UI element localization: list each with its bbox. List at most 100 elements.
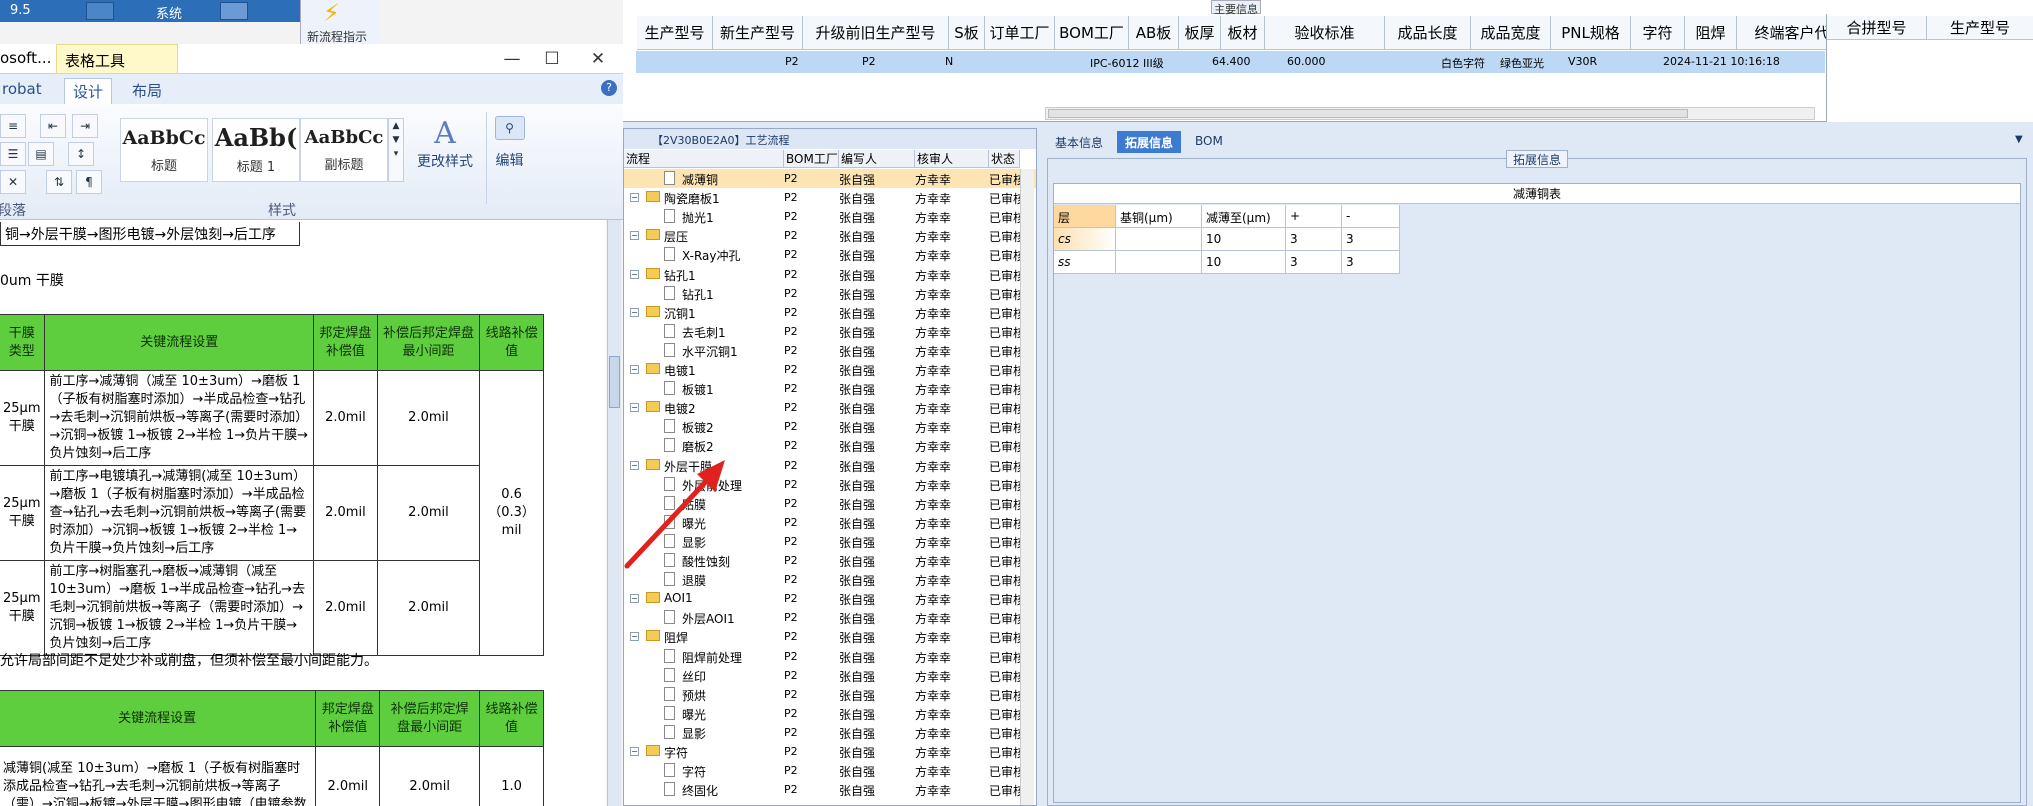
tree-row[interactable]: 钻孔1 P2 张自强 方幸幸 已审核 xyxy=(624,284,1036,303)
tree-row[interactable]: 外层前处理 P2 张自强 方幸幸 已审核 xyxy=(624,475,1036,494)
reduce-cell[interactable]: 10 xyxy=(1202,251,1286,274)
tree-row[interactable]: 字符 P2 张自强 方幸幸 已审核 xyxy=(624,761,1036,780)
tab-basic-info[interactable]: 基本信息 xyxy=(1047,131,1111,153)
tree-row[interactable]: − 层压 P2 张自强 方幸幸 已审核 xyxy=(624,226,1036,245)
tree-col-reviewer[interactable]: 核审人 xyxy=(915,150,989,168)
tab-bom[interactable]: BOM xyxy=(1187,131,1231,153)
taskbar-system[interactable]: 系统 xyxy=(156,3,182,22)
tree-row[interactable]: 终固化 P2 张自强 方幸幸 已审核 xyxy=(624,780,1036,799)
scroll-thumb[interactable] xyxy=(1048,109,1688,118)
collapse-icon[interactable]: − xyxy=(630,365,639,374)
reduce-cell[interactable]: 3 xyxy=(1286,228,1342,251)
collapse-icon[interactable]: − xyxy=(630,403,639,413)
tree-row[interactable]: 曝光 P2 张自强 方幸幸 已审核 xyxy=(624,513,1036,532)
doc-vscrollbar[interactable] xyxy=(607,220,621,806)
tree-row[interactable]: − 电镀2 P2 张自强 方幸幸 已审核 xyxy=(624,398,1036,417)
grid-col-header[interactable]: 升级前旧生产型号 xyxy=(803,16,949,50)
line-spacing-icon[interactable]: ↕ xyxy=(68,142,94,166)
tree-row[interactable]: − 沉铜1 P2 张自强 方幸幸 已审核 xyxy=(624,303,1036,322)
tree-row[interactable]: − 外层干膜 P2 张自强 方幸幸 已审核 xyxy=(624,456,1036,475)
style-subtitle[interactable]: AaBbCc 副标题 xyxy=(300,118,388,182)
minimize-icon[interactable]: — xyxy=(490,46,534,72)
sort-icon[interactable]: ⇅ xyxy=(46,170,72,194)
tree-col-status[interactable]: 状态 xyxy=(989,150,1020,168)
grid-col-header[interactable]: 成品宽度 xyxy=(1471,16,1551,50)
collapse-icon[interactable]: − xyxy=(630,460,639,470)
tree-vscrollbar[interactable] xyxy=(1020,169,1034,805)
tree-col-process[interactable]: 流程 xyxy=(624,150,784,168)
reduce-header-cell[interactable]: + xyxy=(1286,205,1342,228)
maximize-icon[interactable]: ☐ xyxy=(530,46,574,72)
tree-row[interactable]: 抛光1 P2 张自强 方幸幸 已审核 xyxy=(624,207,1036,226)
styles-scroll-icon[interactable]: ▲ ▼ ▾ xyxy=(388,118,404,182)
grid-col-header[interactable]: 验收标准 xyxy=(1265,16,1385,50)
reduce-header-cell[interactable]: 层 xyxy=(1054,205,1116,228)
app-icon[interactable] xyxy=(220,2,248,20)
collapse-icon[interactable]: − xyxy=(630,307,639,317)
grid-col-header[interactable]: 新生产型号 xyxy=(713,16,803,50)
list-icon[interactable]: ≡ xyxy=(0,114,26,138)
grid-col-header[interactable]: 板厚 xyxy=(1179,16,1221,50)
merge-col-header[interactable]: 合拼型号 xyxy=(1827,16,1927,40)
style-title[interactable]: AaBbCc 标题 xyxy=(120,118,208,182)
edit-button[interactable]: ⚲ 编辑 xyxy=(486,112,532,204)
top-grid-hscrollbar[interactable] xyxy=(1045,107,1815,120)
tree-row[interactable]: 磨板2 P2 张自强 方幸幸 已审核 xyxy=(624,436,1036,455)
indent-decrease-icon[interactable]: ⇤ xyxy=(40,114,66,138)
grid-col-header[interactable]: 阻焊 xyxy=(1685,16,1737,50)
grid-col-header[interactable]: 板材 xyxy=(1221,16,1265,50)
style-heading1[interactable]: AaBb( 标题 1 xyxy=(212,118,300,182)
grid-col-header[interactable]: BOM工厂 xyxy=(1055,16,1129,50)
grid-col-header[interactable]: PNL规格 xyxy=(1551,16,1631,50)
tree-row[interactable]: − 电镀1 P2 张自强 方幸幸 已审核 xyxy=(624,360,1036,379)
tree-row[interactable]: 预烘 P2 张自强 方幸幸 已审核 xyxy=(624,685,1036,704)
scroll-thumb[interactable] xyxy=(609,356,620,408)
reduce-cell[interactable]: 3 xyxy=(1342,251,1400,274)
merge-col-header[interactable]: 生产型号 xyxy=(1927,16,2033,40)
indent-increase-icon[interactable]: ⇥ xyxy=(72,114,98,138)
reduce-cell[interactable] xyxy=(1116,228,1202,251)
new-process-button[interactable]: ⚡ 新流程指示 xyxy=(300,0,380,44)
reduce-header-cell[interactable]: 减薄至(μm) xyxy=(1202,205,1286,228)
tree-row[interactable]: 贴膜 P2 张自强 方幸幸 已审核 xyxy=(624,494,1036,513)
tree-row[interactable]: 阻焊前处理 P2 张自强 方幸幸 已审核 xyxy=(624,647,1036,666)
reduce-header-cell[interactable]: 基铜(μm) xyxy=(1116,205,1202,228)
tree-row[interactable]: 曝光 P2 张自强 方幸幸 已审核 xyxy=(624,704,1036,723)
reduce-cell[interactable] xyxy=(1116,251,1202,274)
tree-row[interactable]: 酸性蚀刻 P2 张自强 方幸幸 已审核 xyxy=(624,551,1036,570)
tree-row[interactable]: 显影 P2 张自强 方幸幸 已审核 xyxy=(624,532,1036,551)
help-icon[interactable]: ? xyxy=(601,80,617,96)
reduce-cell[interactable]: 3 xyxy=(1286,251,1342,274)
close-icon[interactable]: ✕ xyxy=(576,46,620,72)
collapse-icon[interactable]: − xyxy=(630,231,639,241)
reduce-cell[interactable]: 3 xyxy=(1342,228,1400,251)
tree-row[interactable]: 水平沉铜1 P2 张自强 方幸幸 已审核 xyxy=(624,341,1036,360)
borders-icon[interactable]: ✕ xyxy=(0,170,26,194)
tree-row[interactable]: 去毛刺1 P2 张自强 方幸幸 已审核 xyxy=(624,322,1036,341)
change-styles-button[interactable]: A 更改样式 xyxy=(410,116,480,206)
tree-row[interactable]: − 钻孔1 P2 张自强 方幸幸 已审核 xyxy=(624,265,1036,284)
tree-row[interactable]: 丝印 P2 张自强 方幸幸 已审核 xyxy=(624,666,1036,685)
tree-col-bom[interactable]: BOM工厂 xyxy=(784,150,839,168)
align-justify-icon[interactable]: ▤ xyxy=(28,142,54,166)
tree-row[interactable]: − 字符 P2 张自强 方幸幸 已审核 xyxy=(624,742,1036,761)
panel-splitter[interactable] xyxy=(1039,128,1047,806)
document-page[interactable]: 铜→外层干膜→图形电镀→外层蚀刻→后工序 0um 干膜 干膜类型 关键流程设置 … xyxy=(0,220,606,806)
grid-col-header[interactable]: 字符 xyxy=(1631,16,1685,50)
tree-row[interactable]: − AOI1 P2 张自强 方幸幸 已审核 xyxy=(624,589,1036,608)
reduce-cell[interactable]: cs xyxy=(1054,228,1116,251)
chevron-down-icon[interactable]: ▼ xyxy=(2007,131,2031,153)
grid-col-header[interactable]: 生产型号 xyxy=(637,16,713,50)
app-icon[interactable] xyxy=(86,2,114,20)
grid-col-header[interactable]: 成品长度 xyxy=(1385,16,1471,50)
collapse-icon[interactable]: − xyxy=(630,747,639,756)
tree-row[interactable]: 外层AOI1 P2 张自强 方幸幸 已审核 xyxy=(624,608,1036,627)
tree-col-writer[interactable]: 编写人 xyxy=(839,150,915,168)
tree-row[interactable]: − 陶瓷磨板1 P2 张自强 方幸幸 已审核 xyxy=(624,188,1036,207)
reduce-header-cell[interactable]: - xyxy=(1342,205,1400,228)
tab-design[interactable]: 设计 xyxy=(64,78,113,104)
tree-row[interactable]: 板镀2 P2 张自强 方幸幸 已审核 xyxy=(624,417,1036,436)
tree-row[interactable]: − 阻焊 P2 张自强 方幸幸 已审核 xyxy=(624,627,1036,646)
collapse-icon[interactable]: − xyxy=(630,632,639,642)
tab-extended-info[interactable]: 拓展信息 xyxy=(1117,131,1182,153)
